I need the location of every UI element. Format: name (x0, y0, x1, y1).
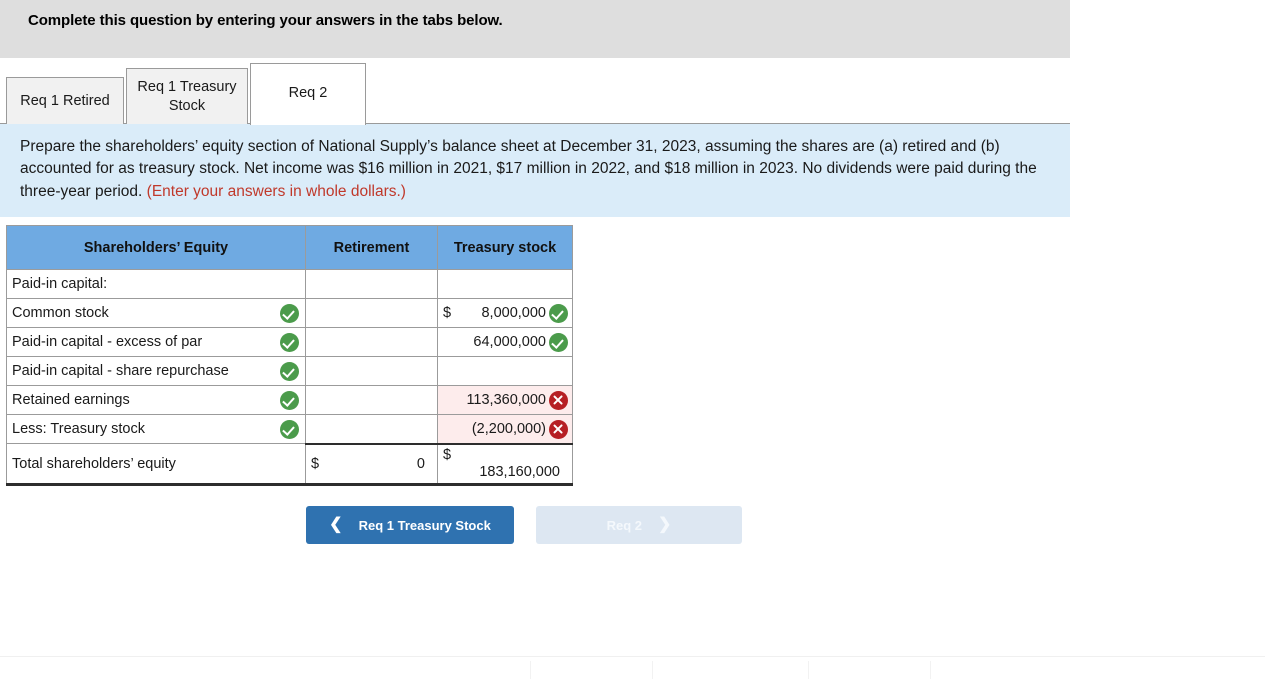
column-header-retirement: Retirement (305, 225, 438, 271)
tab-req-1-retired[interactable]: Req 1 Retired (6, 77, 124, 124)
total-treasury-value: 183,160,000 (479, 463, 560, 480)
currency-symbol: $ (443, 305, 452, 322)
instruction-banner-text: Complete this question by entering your … (28, 12, 503, 29)
retirement-cell[interactable] (305, 327, 438, 358)
retirement-cell[interactable] (305, 298, 438, 329)
chevron-right-icon: ❯ (658, 516, 672, 534)
row-label: Paid-in capital: (12, 276, 108, 293)
row-label: Paid-in capital - share repurchase (12, 363, 229, 380)
treasury-cell[interactable]: 113,360,000 (437, 385, 573, 416)
status-correct-icon (280, 303, 299, 323)
next-button-label: Req 2 (606, 517, 642, 533)
treasury-cell[interactable] (437, 356, 573, 387)
treasury-value: 8,000,000 (481, 305, 546, 322)
table-row: Paid-in capital - share repurchase (6, 356, 573, 387)
column-header-shareholders-equity: Shareholders’ Equity (6, 225, 306, 271)
treasury-cell[interactable]: (2,200,000) (437, 414, 573, 445)
column-header-treasury-stock: Treasury stock (437, 225, 573, 271)
tab-req-1-retired-label: Req 1 Retired (20, 92, 110, 109)
strip-divider (808, 661, 809, 679)
next-req-2-button[interactable]: Req 2 ❯ (536, 506, 742, 545)
total-retirement-value: 0 (416, 456, 425, 473)
prev-req-1-treasury-stock-button[interactable]: ❮ Req 1 Treasury Stock (306, 506, 514, 545)
retirement-cell[interactable] (305, 269, 438, 300)
total-retirement-cell: $ 0 (305, 442, 438, 487)
treasury-cell[interactable]: $ 8,000,000 (437, 298, 573, 329)
retirement-cell[interactable] (305, 385, 438, 416)
row-label-cell[interactable]: Paid-in capital - share repurchase (6, 356, 306, 387)
currency-symbol: $ (311, 456, 320, 473)
strip-divider (652, 661, 653, 679)
status-correct-icon (280, 419, 299, 439)
row-label: Less: Treasury stock (12, 421, 145, 438)
table-row: Retained earnings 113,360,000 (6, 385, 573, 416)
treasury-value: (2,200,000) (471, 421, 546, 438)
table-row: Common stock $ 8,000,000 (6, 298, 573, 329)
retirement-cell[interactable] (305, 414, 438, 445)
question-note: (Enter your answers in whole dollars.) (146, 182, 406, 200)
bottom-cutoff-strip (0, 656, 1265, 679)
currency-symbol: $ (443, 446, 452, 463)
row-label-cell[interactable]: Retained earnings (6, 385, 306, 416)
tab-req-1-treasury-stock-label: Req 1 Treasury Stock (137, 79, 237, 114)
prev-button-label: Req 1 Treasury Stock (358, 517, 491, 533)
status-incorrect-icon (549, 419, 568, 439)
strip-divider (930, 661, 931, 679)
status-correct-icon (280, 390, 299, 410)
row-label-cell[interactable]: Less: Treasury stock (6, 414, 306, 445)
tab-req-2-label: Req 2 (288, 85, 328, 102)
table-row: Paid-in capital - excess of par 64,000,0… (6, 327, 573, 358)
row-label: Retained earnings (12, 392, 130, 409)
tab-strip: Req 1 Retired Req 1 Treasury Stock Req 2 (0, 58, 1070, 125)
status-incorrect-icon (549, 390, 568, 410)
status-correct-icon (549, 303, 568, 323)
shareholders-equity-table: Shareholders’ Equity Retirement Treasury… (6, 225, 573, 487)
treasury-value: 113,360,000 (466, 392, 546, 409)
table-row: Less: Treasury stock (2,200,000) (6, 414, 573, 445)
tab-req-1-treasury-stock[interactable]: Req 1 Treasury Stock (126, 68, 248, 124)
table-row: Paid-in capital: (6, 269, 573, 300)
instruction-banner: Complete this question by entering your … (0, 0, 1070, 58)
status-correct-icon (280, 361, 299, 381)
question-panel: Prepare the shareholders’ equity section… (0, 124, 1070, 218)
row-label-cell[interactable]: Paid-in capital: (6, 269, 306, 300)
table-total-row: Total shareholders’ equity $ 0 $ 183,160… (6, 442, 573, 487)
treasury-cell[interactable] (437, 269, 573, 300)
retirement-cell[interactable] (305, 356, 438, 387)
navigation-bar: ❮ Req 1 Treasury Stock Req 2 ❯ (0, 486, 1265, 545)
total-treasury-cell: $ 183,160,000 (437, 442, 573, 487)
table-body: Paid-in capital: Common stock $ 8,000,00… (6, 269, 573, 487)
status-correct-icon (549, 332, 568, 352)
status-correct-icon (280, 332, 299, 352)
treasury-value: 64,000,000 (473, 334, 546, 351)
table-header-row: Shareholders’ Equity Retirement Treasury… (6, 225, 573, 271)
row-label-cell[interactable]: Common stock (6, 298, 306, 329)
total-label: Total shareholders’ equity (12, 455, 176, 472)
worksheet-container: Shareholders’ Equity Retirement Treasury… (0, 217, 1265, 487)
treasury-cell[interactable]: 64,000,000 (437, 327, 573, 358)
row-label-cell[interactable]: Paid-in capital - excess of par (6, 327, 306, 358)
row-label: Common stock (12, 305, 109, 322)
total-label-cell: Total shareholders’ equity (6, 443, 306, 487)
strip-divider (530, 661, 531, 679)
tab-req-2[interactable]: Req 2 (250, 63, 366, 125)
row-label: Paid-in capital - excess of par (12, 334, 203, 351)
chevron-left-icon: ❮ (329, 516, 343, 534)
